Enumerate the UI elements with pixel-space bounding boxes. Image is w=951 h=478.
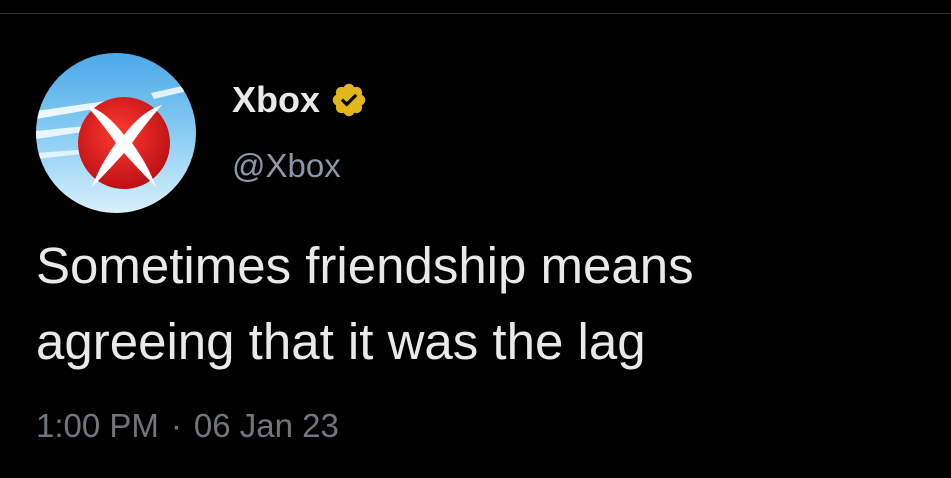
tweet-card: Xbox @Xbox Sometimes friendship means ag… (0, 0, 951, 478)
author-name-row: Xbox (232, 76, 368, 124)
tweet-text: Sometimes friendship means agreeing that… (36, 228, 926, 380)
xbox-logo-avatar-icon (36, 53, 196, 213)
author-display-name[interactable]: Xbox (232, 76, 320, 124)
tweet-time[interactable]: 1:00 PM (36, 407, 159, 444)
author-handle[interactable]: @Xbox (232, 144, 341, 188)
verified-badge-icon (332, 83, 366, 117)
author-avatar[interactable] (36, 53, 196, 213)
tweet-timestamp: 1:00 PM · 06 Jan 23 (36, 404, 339, 448)
tweet-text-line: Sometimes friendship means (36, 237, 694, 294)
meta-separator: · (170, 407, 182, 444)
tweet-text-line: agreeing that it was the lag (36, 313, 646, 370)
tweet-date[interactable]: 06 Jan 23 (194, 407, 339, 444)
